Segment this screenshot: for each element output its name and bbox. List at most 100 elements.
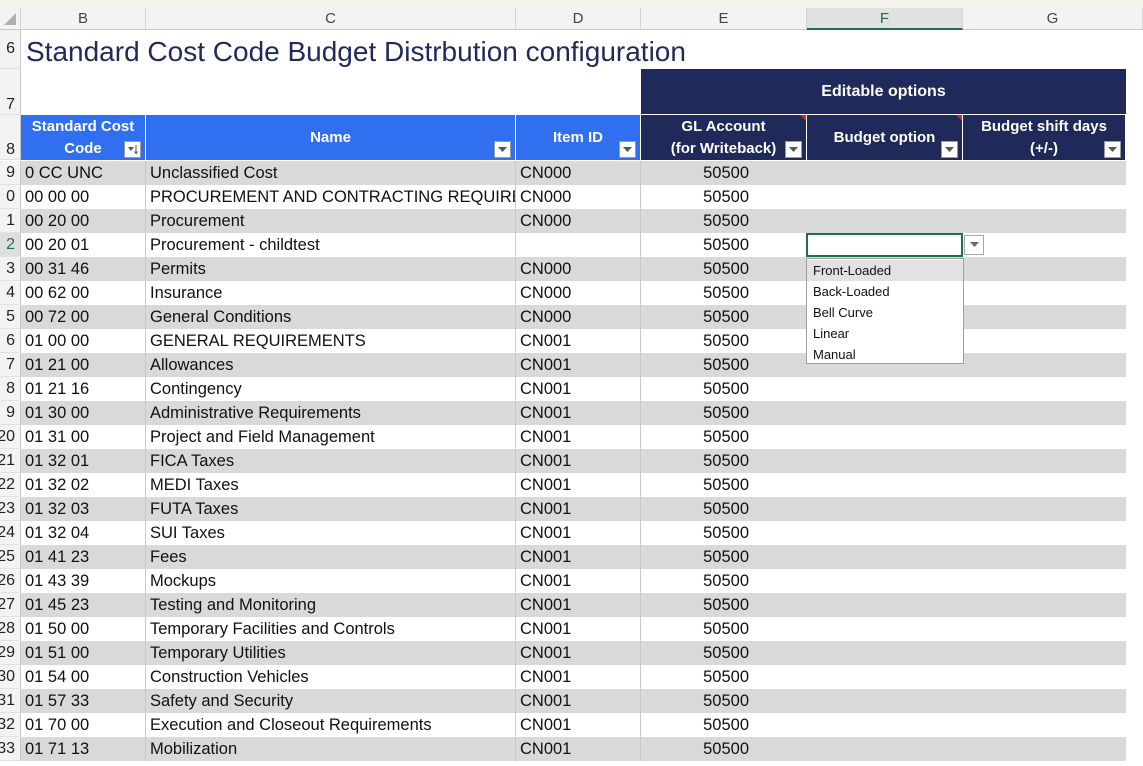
cell-item[interactable]: CN000 bbox=[516, 257, 641, 281]
cell-name[interactable]: Execution and Closeout Requirements bbox=[146, 713, 516, 737]
header-standard-cost-code[interactable]: Standard Cost Code bbox=[21, 115, 146, 160]
cell-opt[interactable] bbox=[807, 689, 963, 713]
cell-name[interactable]: Testing and Monitoring bbox=[146, 593, 516, 617]
cell-gl[interactable]: 50500 bbox=[641, 425, 807, 449]
header-budget-option[interactable]: Budget option bbox=[807, 115, 963, 160]
cell-shift[interactable] bbox=[963, 737, 1126, 761]
row-header[interactable]: 5 bbox=[0, 305, 21, 329]
row-header[interactable]: 33 bbox=[0, 737, 21, 761]
cell-opt[interactable] bbox=[807, 617, 963, 641]
row-header[interactable]: 2 bbox=[0, 233, 21, 257]
cell-name[interactable]: Procurement - childtest bbox=[146, 233, 516, 257]
cell-gl[interactable]: 50500 bbox=[641, 569, 807, 593]
cell-gl[interactable]: 50500 bbox=[641, 161, 807, 185]
cell-shift[interactable] bbox=[963, 161, 1126, 185]
cell-name[interactable]: Temporary Utilities bbox=[146, 641, 516, 665]
cell-code[interactable]: 00 72 00 bbox=[21, 305, 146, 329]
cell-opt[interactable] bbox=[807, 161, 963, 185]
cell-item[interactable]: CN001 bbox=[516, 497, 641, 521]
row-header[interactable]: 29 bbox=[0, 641, 21, 665]
cell-shift[interactable] bbox=[963, 329, 1126, 353]
row-header[interactable]: 32 bbox=[0, 713, 21, 737]
cell-code[interactable]: 01 21 16 bbox=[21, 377, 146, 401]
select-all-corner[interactable] bbox=[0, 8, 21, 30]
cell-gl[interactable]: 50500 bbox=[641, 617, 807, 641]
cell-shift[interactable] bbox=[963, 473, 1126, 497]
cell-gl[interactable]: 50500 bbox=[641, 545, 807, 569]
cell-gl[interactable]: 50500 bbox=[641, 665, 807, 689]
row-header[interactable]: 6 bbox=[0, 30, 21, 69]
dropdown-option[interactable]: Linear bbox=[807, 323, 963, 344]
cell-name[interactable]: Fees bbox=[146, 545, 516, 569]
cell-code[interactable]: 01 32 04 bbox=[21, 521, 146, 545]
dropdown-option[interactable]: Back-Loaded bbox=[807, 281, 963, 302]
cell-gl[interactable]: 50500 bbox=[641, 401, 807, 425]
cell-item[interactable]: CN001 bbox=[516, 425, 641, 449]
cell-gl[interactable]: 50500 bbox=[641, 233, 807, 257]
cell-shift[interactable] bbox=[963, 545, 1126, 569]
row-header[interactable]: 27 bbox=[0, 593, 21, 617]
cell-gl[interactable]: 50500 bbox=[641, 257, 807, 281]
cell-gl[interactable]: 50500 bbox=[641, 449, 807, 473]
cell-code[interactable]: 0 CC UNC bbox=[21, 161, 146, 185]
row-header[interactable]: 0 bbox=[0, 185, 21, 209]
row-header[interactable]: 1 bbox=[0, 209, 21, 233]
row-header[interactable]: 25 bbox=[0, 545, 21, 569]
cell-code[interactable]: 00 00 00 bbox=[21, 185, 146, 209]
filter-button[interactable] bbox=[619, 141, 636, 158]
row-header[interactable]: 8 bbox=[0, 377, 21, 401]
cell-item[interactable]: CN001 bbox=[516, 545, 641, 569]
cell-code[interactable]: 01 30 00 bbox=[21, 401, 146, 425]
cell-gl[interactable]: 50500 bbox=[641, 353, 807, 377]
cell-shift[interactable] bbox=[963, 305, 1126, 329]
cell-shift[interactable] bbox=[963, 641, 1126, 665]
cell-item[interactable]: CN001 bbox=[516, 521, 641, 545]
filter-button[interactable] bbox=[941, 141, 958, 158]
row-header[interactable]: 31 bbox=[0, 689, 21, 713]
cell-name[interactable]: Temporary Facilities and Controls bbox=[146, 617, 516, 641]
cell-opt[interactable] bbox=[807, 641, 963, 665]
filter-button[interactable] bbox=[1104, 141, 1121, 158]
cell-opt[interactable] bbox=[807, 209, 963, 233]
cell-gl[interactable]: 50500 bbox=[641, 329, 807, 353]
cell-code[interactable]: 01 43 39 bbox=[21, 569, 146, 593]
row-header[interactable]: 4 bbox=[0, 281, 21, 305]
row-header[interactable]: 6 bbox=[0, 329, 21, 353]
row-header[interactable]: 23 bbox=[0, 497, 21, 521]
cell-name[interactable]: General Conditions bbox=[146, 305, 516, 329]
cell-shift[interactable] bbox=[963, 689, 1126, 713]
cell-code[interactable]: 01 57 33 bbox=[21, 689, 146, 713]
cell-shift[interactable] bbox=[963, 497, 1126, 521]
cell-item[interactable]: CN000 bbox=[516, 185, 641, 209]
cell-gl[interactable]: 50500 bbox=[641, 497, 807, 521]
header-item-id[interactable]: Item ID bbox=[516, 115, 641, 160]
cell-name[interactable]: MEDI Taxes bbox=[146, 473, 516, 497]
cell-opt[interactable] bbox=[807, 377, 963, 401]
filter-button[interactable] bbox=[494, 141, 511, 158]
cell-gl[interactable]: 50500 bbox=[641, 281, 807, 305]
cell-code[interactable]: 01 31 00 bbox=[21, 425, 146, 449]
cell-opt[interactable] bbox=[807, 401, 963, 425]
cell-shift[interactable] bbox=[963, 185, 1126, 209]
cell-gl[interactable]: 50500 bbox=[641, 641, 807, 665]
cell-item[interactable]: CN001 bbox=[516, 641, 641, 665]
header-gl-account[interactable]: GL Account (for Writeback) bbox=[641, 115, 807, 160]
row-header[interactable]: 30 bbox=[0, 665, 21, 689]
cell-name[interactable]: Mobilization bbox=[146, 737, 516, 761]
cell-name[interactable]: Administrative Requirements bbox=[146, 401, 516, 425]
cell-shift[interactable] bbox=[963, 377, 1126, 401]
cell-opt[interactable] bbox=[807, 665, 963, 689]
cell-name[interactable]: Permits bbox=[146, 257, 516, 281]
budget-option-active-cell[interactable] bbox=[806, 233, 963, 257]
cell-code[interactable]: 01 71 13 bbox=[21, 737, 146, 761]
dropdown-option[interactable]: Front-Loaded bbox=[807, 260, 963, 281]
cell-code[interactable]: 01 32 01 bbox=[21, 449, 146, 473]
cell-item[interactable]: CN001 bbox=[516, 689, 641, 713]
cell-gl[interactable]: 50500 bbox=[641, 185, 807, 209]
cell-item[interactable]: CN001 bbox=[516, 665, 641, 689]
row-header[interactable]: 8 bbox=[0, 115, 21, 160]
cell-code[interactable]: 00 20 00 bbox=[21, 209, 146, 233]
cell-opt[interactable] bbox=[807, 449, 963, 473]
cell-shift[interactable] bbox=[963, 425, 1126, 449]
cell-item[interactable]: CN001 bbox=[516, 737, 641, 761]
